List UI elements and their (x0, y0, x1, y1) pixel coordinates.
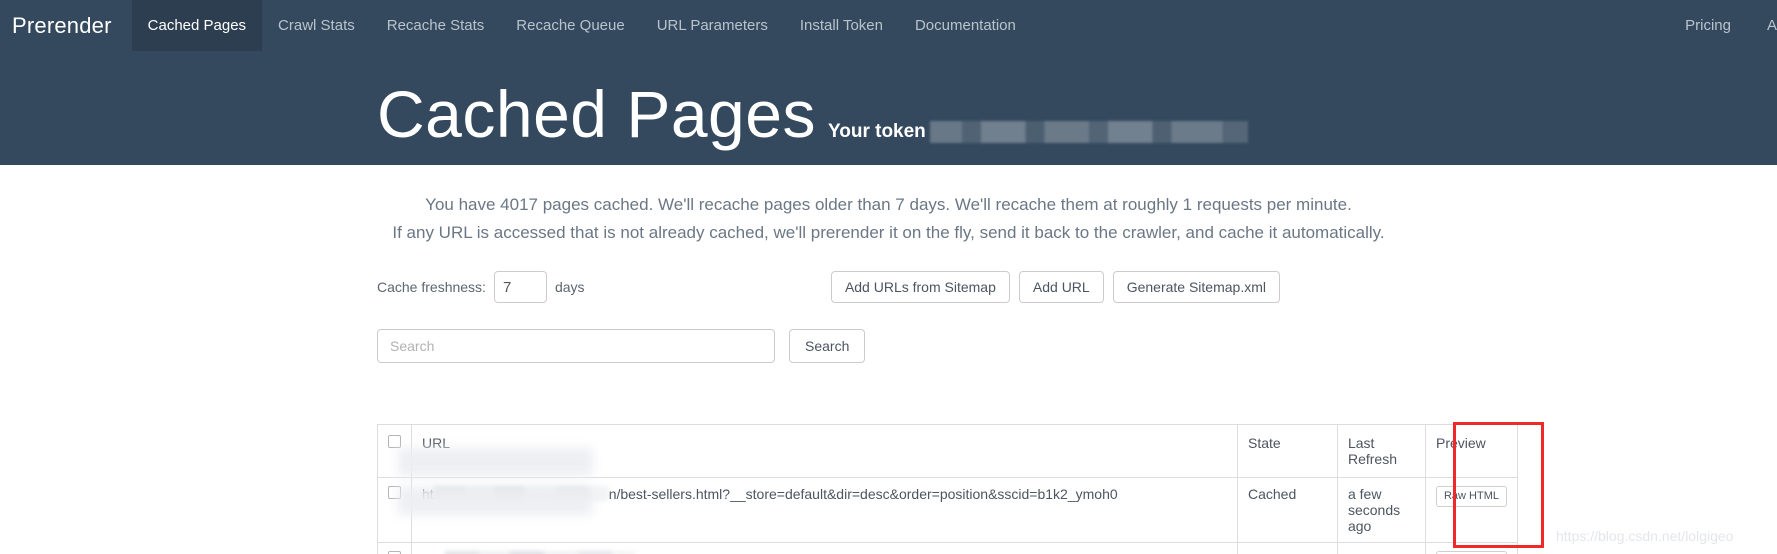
description-line-2: If any URL is accessed that is not alrea… (392, 223, 1385, 242)
nav-items: Cached Pages Crawl Stats Recache Stats R… (131, 0, 1032, 51)
generate-sitemap-button[interactable]: Generate Sitemap.xml (1112, 271, 1280, 303)
cache-freshness-control: Cache freshness: days (377, 271, 585, 303)
row-state-cell: Cached (1236, 477, 1338, 543)
token-label: Your token (827, 120, 1248, 143)
cached-pages-table: URL State Last Refresh Preview ht n/best-… (377, 424, 1519, 554)
token-label-text: Your token (827, 121, 926, 142)
description-line-1: You have 4017 pages cached. We'll recach… (425, 195, 1352, 214)
brand-logo[interactable]: Prerender (0, 0, 132, 51)
row-url-prefix: ht (422, 486, 434, 502)
hero-banner: Cached Pages Your token (0, 51, 1777, 165)
token-value-redacted (929, 120, 1248, 143)
row-url-cell: ht n/best-sellers.html?__store=default&di… (411, 477, 1238, 543)
nav-item-url-parameters[interactable]: URL Parameters (641, 0, 784, 51)
main-content: You have 4017 pages cached. We'll recach… (0, 165, 1777, 363)
row-preview-cell: Raw HTML (1424, 542, 1519, 554)
cached-pages-table-wrapper: URL State Last Refresh Preview ht n/best-… (377, 422, 1544, 554)
row-state-cell: Cached (1236, 542, 1338, 554)
raw-html-button[interactable]: Raw HTML (1435, 486, 1507, 507)
table-head: URL State Last Refresh Preview (377, 424, 1519, 478)
search-button[interactable]: Search (789, 329, 866, 363)
nav-item-install-token[interactable]: Install Token (784, 0, 899, 51)
nav-item-documentation[interactable]: Documentation (899, 0, 1032, 51)
nav-item-recache-queue[interactable]: Recache Queue (500, 0, 640, 51)
watermark: https://blog.csdn.net/lolgigeo (1556, 528, 1734, 544)
row-checkbox[interactable] (388, 486, 401, 499)
nav-item-crawl-stats[interactable]: Crawl Stats (262, 0, 371, 51)
search-input[interactable] (377, 329, 775, 363)
select-all-checkbox[interactable] (388, 435, 401, 448)
column-header-last-refresh[interactable]: Last Refresh (1336, 424, 1426, 478)
hero-inner: Cached Pages Your token (377, 81, 1248, 147)
table-row[interactable]: httpp02010-04.html Cached a few seconds … (377, 542, 1519, 554)
table-body: ht n/best-sellers.html?__store=default&di… (377, 477, 1519, 554)
row-url-cell: httpp02010-04.html (411, 542, 1238, 554)
controls-row: Cache freshness: days Add URLs from Site… (0, 271, 1777, 307)
add-urls-from-sitemap-button[interactable]: Add URLs from Sitemap (830, 271, 1010, 303)
select-all-header (377, 424, 412, 478)
nav-item-recache-stats[interactable]: Recache Stats (371, 0, 501, 51)
description-block: You have 4017 pages cached. We'll recach… (0, 165, 1777, 247)
nav-right-items: Pricing A (1667, 0, 1777, 51)
nav-item-cached-pages[interactable]: Cached Pages (131, 0, 263, 51)
cache-freshness-label: Cache freshness: (377, 279, 486, 295)
column-header-url[interactable]: URL (411, 424, 1238, 478)
table-header-row: URL State Last Refresh Preview (377, 424, 1519, 478)
cache-freshness-input[interactable] (493, 271, 547, 303)
action-buttons: Add URLs from Sitemap Add URL Generate S… (830, 271, 1280, 303)
nav-item-pricing[interactable]: Pricing (1667, 0, 1749, 51)
row-preview-cell: Raw HTML (1424, 477, 1519, 543)
column-header-preview[interactable]: Preview (1424, 424, 1519, 478)
row-select-cell (377, 477, 412, 543)
page-title: Cached Pages (377, 77, 816, 151)
row-url-suffix: n/best-sellers.html?__store=default&dir=… (608, 486, 1118, 502)
column-header-state[interactable]: State (1236, 424, 1338, 478)
search-row: Search (0, 329, 1777, 363)
row-url-redacted (433, 486, 609, 501)
add-url-button[interactable]: Add URL (1018, 271, 1104, 303)
cache-freshness-unit: days (554, 279, 585, 295)
row-select-cell (377, 542, 412, 554)
page-root: Prerender Cached Pages Crawl Stats Recac… (0, 0, 1777, 554)
row-last-refresh-cell: a few seconds ago (1336, 477, 1426, 543)
nav-item-account[interactable]: A (1749, 0, 1777, 51)
top-navbar: Prerender Cached Pages Crawl Stats Recac… (0, 0, 1777, 51)
table-row[interactable]: ht n/best-sellers.html?__store=default&di… (377, 477, 1519, 543)
row-last-refresh-cell: a few seconds ago (1336, 542, 1426, 554)
